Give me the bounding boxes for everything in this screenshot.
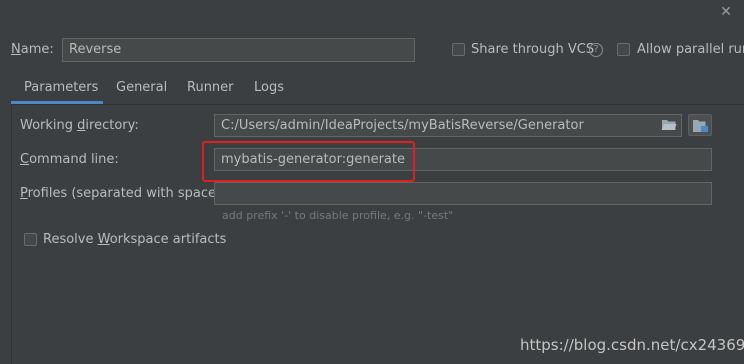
working-directory-label: Working directory:	[20, 118, 139, 133]
watermark: https://blog.csdn.net/cx243698	[520, 336, 744, 354]
close-icon[interactable]: ✕	[719, 5, 733, 19]
resolve-workspace-label[interactable]: Resolve Workspace artifacts	[43, 232, 226, 247]
allow-parallel-checkbox[interactable]	[617, 43, 630, 56]
folder-open-icon[interactable]	[661, 119, 677, 131]
profiles-input[interactable]	[214, 182, 712, 205]
profiles-label: Profiles (separated with space):	[20, 186, 226, 201]
name-input[interactable]: Reverse	[62, 38, 415, 62]
tab-logs[interactable]: Logs	[254, 80, 284, 100]
share-vcs-label[interactable]: Share through VCS	[471, 42, 594, 57]
allow-parallel-label[interactable]: Allow parallel run	[637, 42, 744, 57]
command-line-label: Command line:	[20, 152, 119, 167]
working-directory-input[interactable]: C:/Users/admin/IdeaProjects/myBatisRever…	[214, 114, 682, 137]
tab-general[interactable]: General	[116, 80, 167, 100]
tab-parameters[interactable]: Parameters	[24, 80, 98, 100]
resolve-workspace-checkbox[interactable]	[24, 233, 37, 246]
browse-module-button[interactable]	[688, 114, 712, 136]
name-label: Name:	[11, 42, 54, 57]
share-vcs-checkbox[interactable]	[452, 43, 465, 56]
tab-runner[interactable]: Runner	[187, 80, 234, 100]
help-icon[interactable]: ?	[589, 43, 603, 57]
module-folder-icon	[693, 120, 708, 132]
highlight-box	[202, 141, 415, 182]
profiles-hint: add prefix '-' to disable profile, e.g. …	[222, 209, 454, 222]
